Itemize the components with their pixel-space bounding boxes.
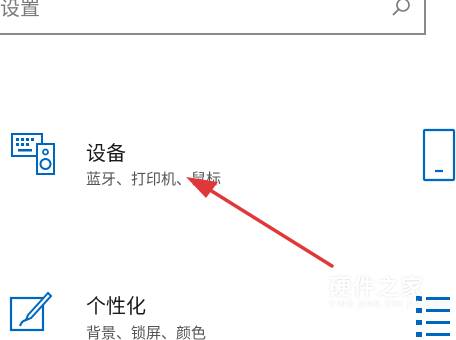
phone-icon	[422, 128, 456, 182]
tile-devices[interactable]: 设备 蓝牙、打印机、鼠标	[0, 120, 300, 200]
settings-page: 设置 设备 蓝牙、打印机、鼠标 个性化 背景、锁屏、颜色 硬件之家 YING J…	[0, 0, 456, 340]
tile-personalization[interactable]: 个性化 背景、锁屏、颜色	[0, 280, 300, 340]
watermark-logo-icon	[286, 270, 322, 310]
paint-brush-icon	[9, 291, 53, 332]
search-input-text: 设置	[0, 0, 40, 20]
keyboard-speaker-icon	[11, 133, 55, 175]
search-icon[interactable]	[390, 0, 412, 18]
watermark-subtitle: YING JIAN ZHI JIA.COM	[329, 300, 450, 310]
watermark-title: 硬件之家	[329, 276, 426, 301]
tile-personalization-description: 背景、锁屏、颜色	[86, 324, 207, 340]
tile-phone[interactable]	[412, 120, 456, 200]
tile-devices-description: 蓝牙、打印机、鼠标	[86, 170, 222, 188]
watermark: 硬件之家 YING JIAN ZHI JIA.COM	[285, 268, 449, 318]
search-input[interactable]: 设置	[0, 0, 426, 35]
tile-devices-title: 设备	[86, 141, 126, 165]
tile-personalization-title: 个性化	[86, 294, 146, 318]
